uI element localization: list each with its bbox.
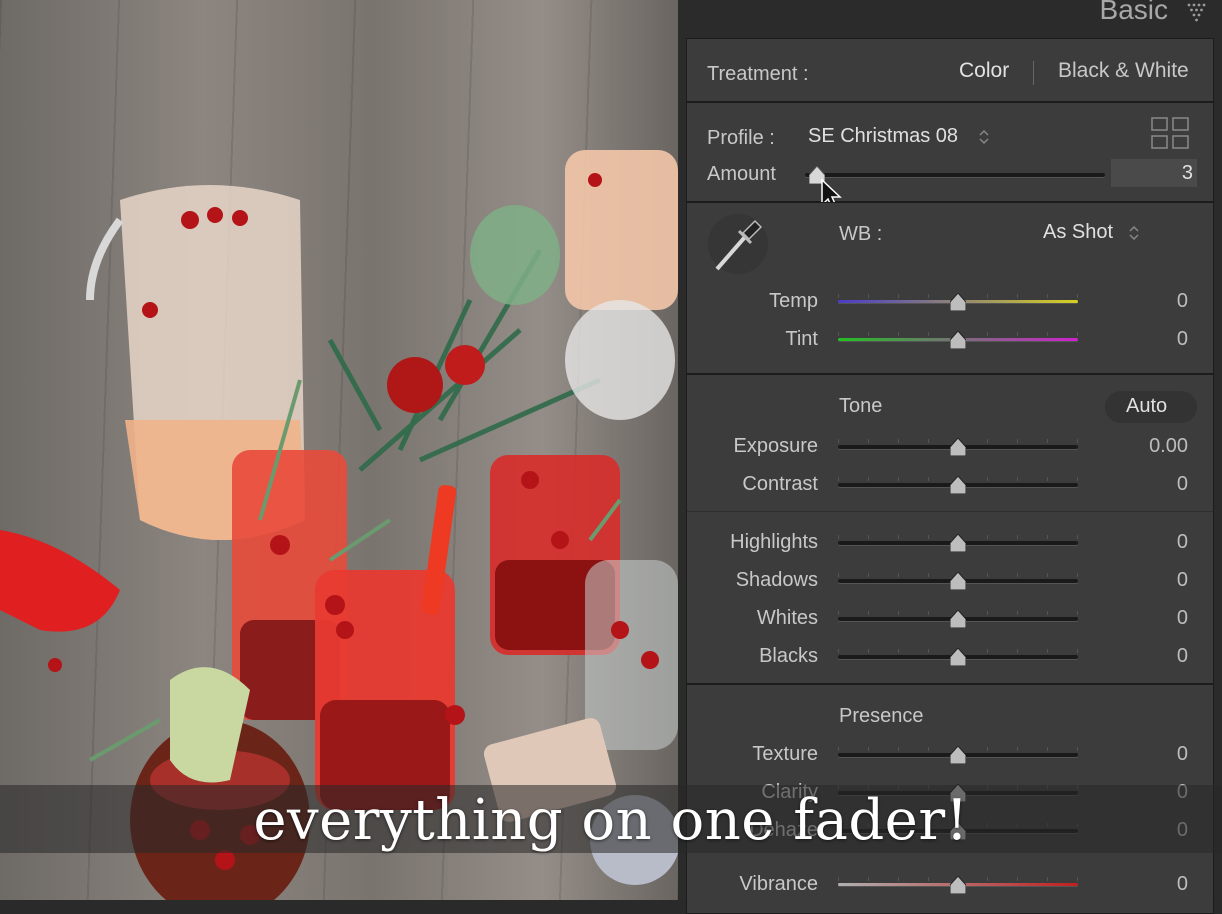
tone-section: Tone Auto [686,374,1214,684]
exposure-value[interactable]: 0.00 [1108,435,1188,458]
contrast-label: Contrast [742,473,818,495]
highlights-value[interactable]: 0 [1108,531,1188,554]
profile-section: Profile : SE Christmas 08 Amount 3 [686,102,1214,212]
highlights-label: Highlights [730,531,818,553]
exposure-label: Exposure [733,435,819,457]
tone-divider [687,511,1213,512]
develop-panel: Basic Treatment : Color Black & White Pr… [678,0,1222,914]
blacks-label: Blacks [759,645,818,667]
blacks-value[interactable]: 0 [1108,645,1188,668]
wb-select[interactable]: As Shot [1043,221,1113,244]
caption-text: everything on one fader! [253,788,969,853]
tone-label: Tone [839,395,883,417]
panel-title[interactable]: Basic [1100,0,1168,26]
eyedropper-icon[interactable] [705,211,771,277]
photo-preview [0,0,678,900]
profile-browser-icon[interactable] [1151,117,1191,151]
treatment-color-option[interactable]: Color [959,59,1009,83]
amount-value: 3 [1181,162,1193,184]
treatment-section: Treatment : Color Black & White [686,38,1214,102]
treatment-bw-option[interactable]: Black & White [1058,59,1189,83]
temp-label: Temp [769,290,818,312]
panel-menu-icon[interactable] [1186,2,1208,22]
texture-value[interactable]: 0 [1108,743,1188,766]
profile-label: Profile : [707,127,775,149]
amount-label: Amount [707,163,776,185]
auto-button-label: Auto [1126,395,1168,417]
whites-value[interactable]: 0 [1108,607,1188,630]
temp-slider-thumb[interactable] [950,293,966,311]
profile-select[interactable]: SE Christmas 08 [808,125,958,148]
tint-label: Tint [785,328,818,350]
highlights-slider-thumb[interactable] [950,534,966,552]
photo-illustration [0,150,678,900]
presence-label: Presence [839,705,924,727]
treatment-divider [1033,61,1034,85]
amount-slider-track[interactable] [805,173,1105,177]
texture-slider-thumb[interactable] [950,746,966,764]
tint-slider-thumb[interactable] [950,331,966,349]
tint-value[interactable]: 0 [1108,328,1188,351]
shadows-value[interactable]: 0 [1108,569,1188,592]
profile-stepper-icon[interactable] [979,129,989,145]
texture-label: Texture [752,743,818,765]
shadows-slider-thumb[interactable] [950,572,966,590]
wb-label: WB : [839,223,883,245]
exposure-slider-thumb[interactable] [950,438,966,456]
blacks-slider-thumb[interactable] [950,648,966,666]
wb-stepper-icon[interactable] [1129,225,1139,241]
vibrance-slider-thumb[interactable] [950,876,966,894]
vibrance-label: Vibrance [739,873,818,895]
vibrance-value[interactable]: 0 [1108,873,1188,896]
contrast-value[interactable]: 0 [1108,473,1188,496]
temp-value[interactable]: 0 [1108,290,1188,313]
shadows-label: Shadows [735,569,818,591]
whites-slider-thumb[interactable] [950,610,966,628]
contrast-slider-thumb[interactable] [950,476,966,494]
treatment-label: Treatment : [707,63,809,85]
whites-label: Whites [756,607,818,629]
